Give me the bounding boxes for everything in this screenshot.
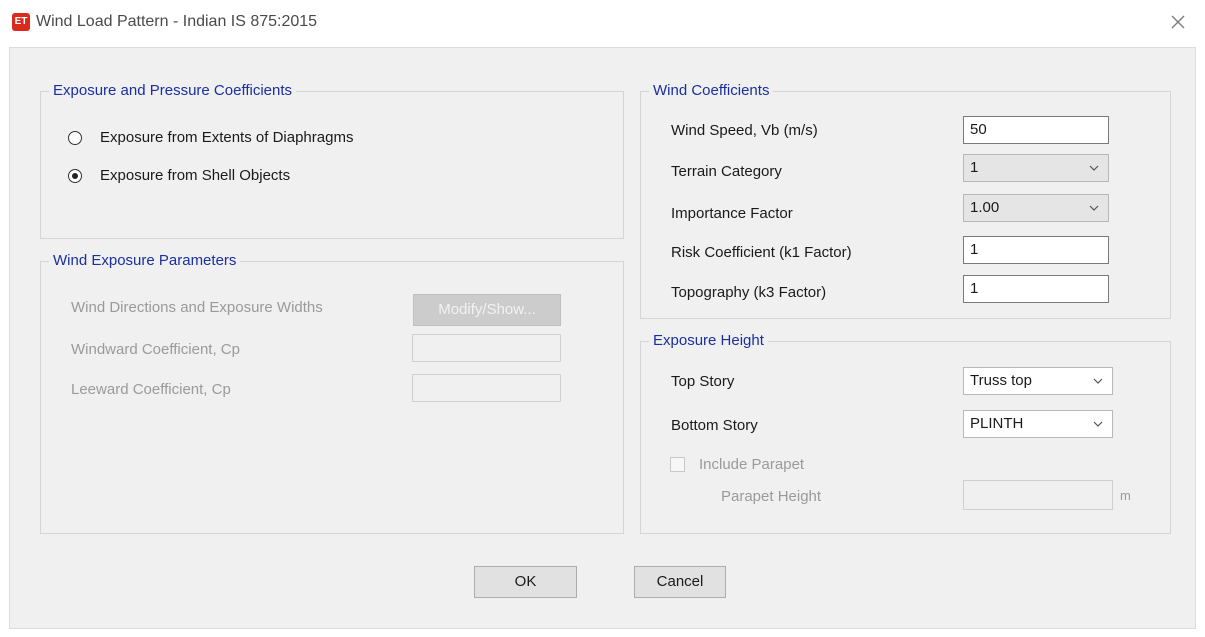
exposure-height-legend: Exposure Height (649, 332, 768, 349)
wind-speed-label: Wind Speed, Vb (m/s) (671, 122, 818, 139)
leeward-coefficient-label: Leeward Coefficient, Cp (71, 381, 231, 398)
bottom-story-value: PLINTH (970, 415, 1024, 432)
bottom-story-select[interactable]: PLINTH (963, 410, 1113, 438)
topography-label: Topography (k3 Factor) (671, 284, 827, 301)
wind-exposure-legend: Wind Exposure Parameters (49, 252, 241, 269)
close-button[interactable] (1165, 9, 1191, 35)
importance-factor-select[interactable]: 1.00 (963, 194, 1109, 222)
bottom-story-label: Bottom Story (671, 417, 758, 434)
exposure-pressure-group: Exposure and Pressure Coefficients Expos… (40, 82, 624, 239)
parapet-height-input[interactable] (963, 480, 1113, 510)
wind-directions-label: Wind Directions and Exposure Widths (71, 299, 323, 316)
risk-coefficient-label: Risk Coefficient (k1 Factor) (671, 244, 852, 261)
top-story-label: Top Story (671, 373, 735, 390)
leeward-coefficient-input[interactable] (412, 374, 561, 402)
parapet-unit-label: m (1120, 488, 1131, 503)
radio-diaphragms-circle[interactable] (68, 130, 82, 145)
wind-coefficients-legend: Wind Coefficients (649, 82, 774, 99)
exposure-height-group: Exposure Height Top Story Truss top Bott… (640, 332, 1171, 534)
window-title: Wind Load Pattern - Indian IS 875:2015 (36, 13, 318, 30)
top-story-select[interactable]: Truss top (963, 367, 1113, 395)
terrain-category-label: Terrain Category (671, 163, 782, 180)
importance-factor-label: Importance Factor (671, 205, 793, 222)
wind-speed-input[interactable]: 50 (963, 116, 1109, 144)
close-icon (1171, 15, 1185, 29)
radio-diaphragms[interactable]: Exposure from Extents of Diaphragms (68, 129, 353, 146)
chevron-down-icon (1089, 205, 1099, 211)
modify-show-button[interactable]: Modify/Show... (413, 294, 561, 326)
radio-diaphragms-label: Exposure from Extents of Diaphragms (100, 129, 354, 146)
chevron-down-icon (1093, 378, 1103, 384)
ok-button[interactable]: OK (474, 566, 577, 598)
risk-coefficient-input[interactable]: 1 (963, 236, 1109, 264)
dialog-body: Exposure and Pressure Coefficients Expos… (9, 47, 1196, 629)
cancel-button[interactable]: Cancel (634, 566, 726, 598)
importance-factor-value: 1.00 (970, 199, 1000, 216)
etabs-app-icon: ET (12, 13, 30, 31)
wind-exposure-group: Wind Exposure Parameters Wind Directions… (40, 252, 624, 534)
radio-shell-objects[interactable]: Exposure from Shell Objects (68, 167, 290, 184)
exposure-pressure-legend: Exposure and Pressure Coefficients (49, 82, 297, 99)
windward-coefficient-input[interactable] (412, 334, 561, 362)
include-parapet-label: Include Parapet (699, 456, 805, 473)
parapet-height-label: Parapet Height (721, 488, 822, 505)
windward-coefficient-label: Windward Coefficient, Cp (71, 341, 240, 358)
radio-shell-objects-label: Exposure from Shell Objects (100, 167, 291, 184)
include-parapet-checkbox[interactable] (670, 457, 685, 472)
topography-input[interactable]: 1 (963, 275, 1109, 303)
wind-coefficients-group: Wind Coefficients Wind Speed, Vb (m/s) 5… (640, 82, 1171, 319)
title-bar: ET Wind Load Pattern - Indian IS 875:201… (0, 0, 1205, 46)
terrain-category-value: 1 (970, 159, 979, 176)
terrain-category-select[interactable]: 1 (963, 154, 1109, 182)
chevron-down-icon (1089, 165, 1099, 171)
radio-shell-objects-circle[interactable] (68, 168, 82, 183)
top-story-value: Truss top (970, 372, 1032, 389)
chevron-down-icon (1093, 421, 1103, 427)
